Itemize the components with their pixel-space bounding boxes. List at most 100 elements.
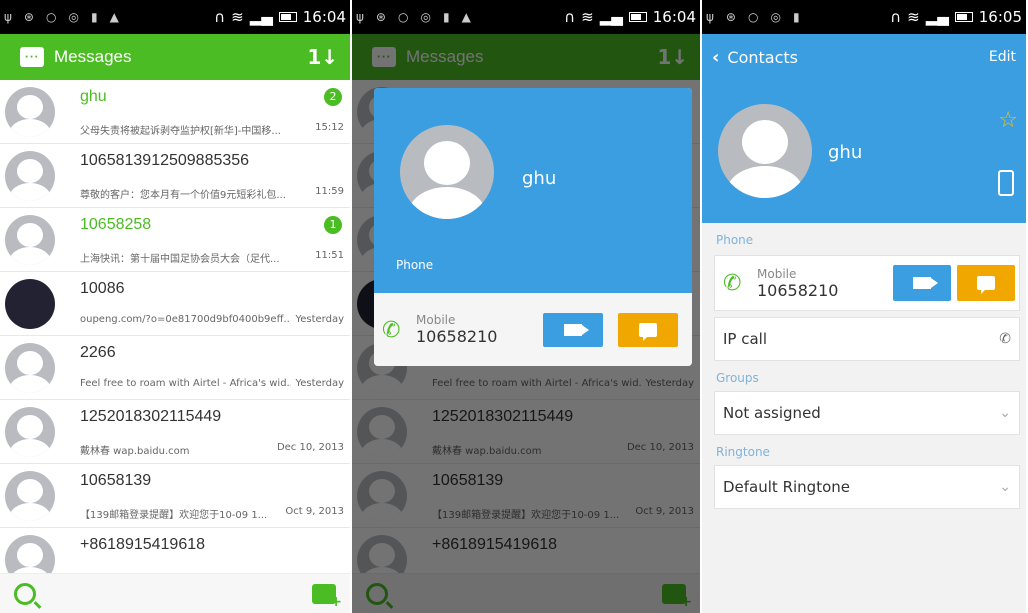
wifi-icon: ≋: [581, 8, 594, 26]
contact-name: ghu: [522, 168, 557, 189]
storage-icon: ▮: [442, 10, 450, 24]
signal-icon: ▂▄: [249, 8, 273, 26]
groups-select[interactable]: Not assigned ⌄: [714, 391, 1020, 435]
clock: 16:04: [302, 8, 346, 26]
contact-avatar[interactable]: [718, 104, 812, 198]
sync-icon: ◎: [68, 10, 79, 24]
status-bar: ψ ⊛ ○ ◎ ▮ ▲ ∩ ≋ ▂▄ 16:04: [352, 0, 700, 34]
circle-icon: ○: [45, 10, 57, 24]
contact-header: ghu ☆: [702, 80, 1026, 223]
headset-icon: ∩: [214, 8, 226, 26]
conversation-name: 1065813912509885356: [80, 152, 250, 169]
conversation-name: 10658258: [80, 216, 152, 233]
video-call-button[interactable]: [543, 312, 603, 347]
clock: 16:04: [652, 8, 696, 26]
battery-icon: [278, 12, 297, 22]
usb-icon: ψ: [356, 10, 364, 24]
sort-icon[interactable]: 1↓: [307, 45, 338, 69]
ringtone-value: Default Ringtone: [723, 478, 850, 496]
conversation-time: 11:51: [311, 250, 344, 261]
mobile-number-block[interactable]: Mobile 10658210: [757, 267, 838, 300]
conversation-preview: Feel free to roam with Airtel - Africa's…: [80, 378, 344, 389]
contact-name: ghu: [828, 142, 863, 163]
ringtone-select[interactable]: Default Ringtone ⌄: [714, 465, 1020, 509]
conversation-name: ghu: [80, 88, 107, 105]
status-bar: ψ ⊛ ○ ◎ ▮ ∩ ≋ ▂▄ 16:05: [702, 0, 1026, 34]
phone-section-label: Phone: [716, 233, 754, 247]
mobile-label: Mobile: [757, 266, 797, 281]
ringtone-section-label: Ringtone: [716, 445, 770, 459]
video-camera-icon: [564, 323, 589, 336]
message-button[interactable]: [957, 265, 1015, 301]
ip-call-label: IP call: [723, 330, 768, 348]
usb-icon: ψ: [4, 10, 12, 24]
bottom-bar: [0, 573, 350, 613]
contact-app-bar: ‹ Contacts Edit: [702, 34, 1026, 80]
battery-icon: [628, 12, 647, 22]
message-button[interactable]: [618, 312, 678, 347]
avatar: [0, 80, 60, 144]
conversation-row[interactable]: 10086 oupeng.com/?o=0e81700d9bf0400b9eff…: [0, 272, 350, 336]
ip-call-row[interactable]: IP call ✆: [714, 317, 1020, 361]
circle-icon: ○: [747, 10, 759, 24]
search-icon[interactable]: [14, 582, 36, 605]
app-icon: ⊛: [725, 10, 736, 24]
phone-icon[interactable]: ✆: [723, 271, 747, 296]
conversation-row[interactable]: 1065813912509885356 尊敬的客户：您本月有一个价值9元短彩礼包…: [0, 144, 350, 208]
conversation-name: 2266: [80, 344, 116, 361]
mobile-number: 10658210: [416, 327, 498, 346]
avatar: [0, 400, 60, 464]
avatar: [0, 272, 60, 336]
edit-button[interactable]: Edit: [989, 49, 1016, 65]
back-chevron-icon[interactable]: ‹: [712, 47, 719, 68]
unread-badge: 1: [324, 216, 342, 234]
battery-icon: [954, 12, 973, 22]
conversation-name: +8618915419618: [80, 536, 206, 553]
clock: 16:05: [978, 8, 1022, 26]
unread-badge: 2: [324, 88, 342, 106]
video-call-button[interactable]: [893, 265, 951, 301]
contact-detail-screen: ψ ⊛ ○ ◎ ▮ ∩ ≋ ▂▄ 16:05 ‹ Contacts Edit ghu ☆ Ph…: [702, 0, 1026, 613]
messages-logo-icon: ···: [20, 47, 44, 67]
conversation-time: Dec 10, 2013: [272, 442, 344, 453]
wifi-icon: ≋: [231, 8, 244, 26]
conversation-time: 11:59: [311, 186, 344, 197]
conversation-preview: 戴林春 wap.baidu.com Dec 10, 2013: [80, 442, 344, 457]
storage-icon: ▮: [90, 10, 98, 24]
conversation-row[interactable]: 1252018302115449 戴林春 wap.baidu.com Dec 10…: [0, 400, 350, 464]
wifi-icon: ≋: [907, 8, 920, 26]
phone-device-icon[interactable]: [998, 170, 1014, 196]
messages-title: Messages: [54, 47, 132, 66]
chat-bubble-icon: [977, 276, 995, 294]
conversation-name: 10086: [80, 280, 125, 297]
conversation-preview: 上海快讯：第十届中国足协会员大会（足代... 11:51: [80, 250, 344, 265]
phone-row: ✆ Mobile 10658210: [374, 293, 692, 366]
avatar: [0, 144, 60, 208]
conversation-time: Yesterday: [291, 378, 344, 389]
conversation-time: Yesterday: [291, 314, 344, 325]
image-icon: ▲: [109, 10, 119, 24]
groups-section-label: Groups: [716, 371, 759, 385]
phone-section-label: Phone: [396, 258, 434, 272]
avatar: [0, 208, 60, 272]
conversation-name: 1252018302115449: [80, 408, 222, 425]
avatar: [0, 464, 60, 528]
star-icon[interactable]: ☆: [998, 108, 1018, 133]
conversation-row[interactable]: ghu 2 父母失责将被起诉剥夺监护权[新华]-中国移... 15:12: [0, 80, 350, 144]
conversation-preview: oupeng.com/?o=0e81700d9bf0400b9eff... Yes…: [80, 314, 344, 325]
app-icon: ⊛: [23, 10, 34, 24]
circle-icon: ○: [397, 10, 409, 24]
mobile-number: 10658210: [757, 280, 839, 300]
headset-icon: ∩: [564, 8, 576, 26]
conversation-preview: 【139邮箱登录提醒】欢迎您于10-09 1... Oct 9, 2013: [80, 506, 344, 521]
popup-header: ghu Phone: [374, 88, 692, 293]
conversation-row[interactable]: 2266 Feel free to roam with Airtel - Afr…: [0, 336, 350, 400]
mobile-number-block[interactable]: Mobile 10658210: [416, 313, 497, 346]
contact-avatar[interactable]: [400, 125, 494, 219]
phone-icon[interactable]: ✆: [382, 318, 406, 343]
conversation-row[interactable]: 10658258 1 上海快讯：第十届中国足协会员大会（足代... 11:51: [0, 208, 350, 272]
new-message-icon[interactable]: [312, 583, 342, 610]
conversation-row[interactable]: 10658139 【139邮箱登录提醒】欢迎您于10-09 1... Oct 9,…: [0, 464, 350, 528]
back-title[interactable]: Contacts: [727, 48, 798, 67]
video-camera-icon: [913, 277, 938, 289]
